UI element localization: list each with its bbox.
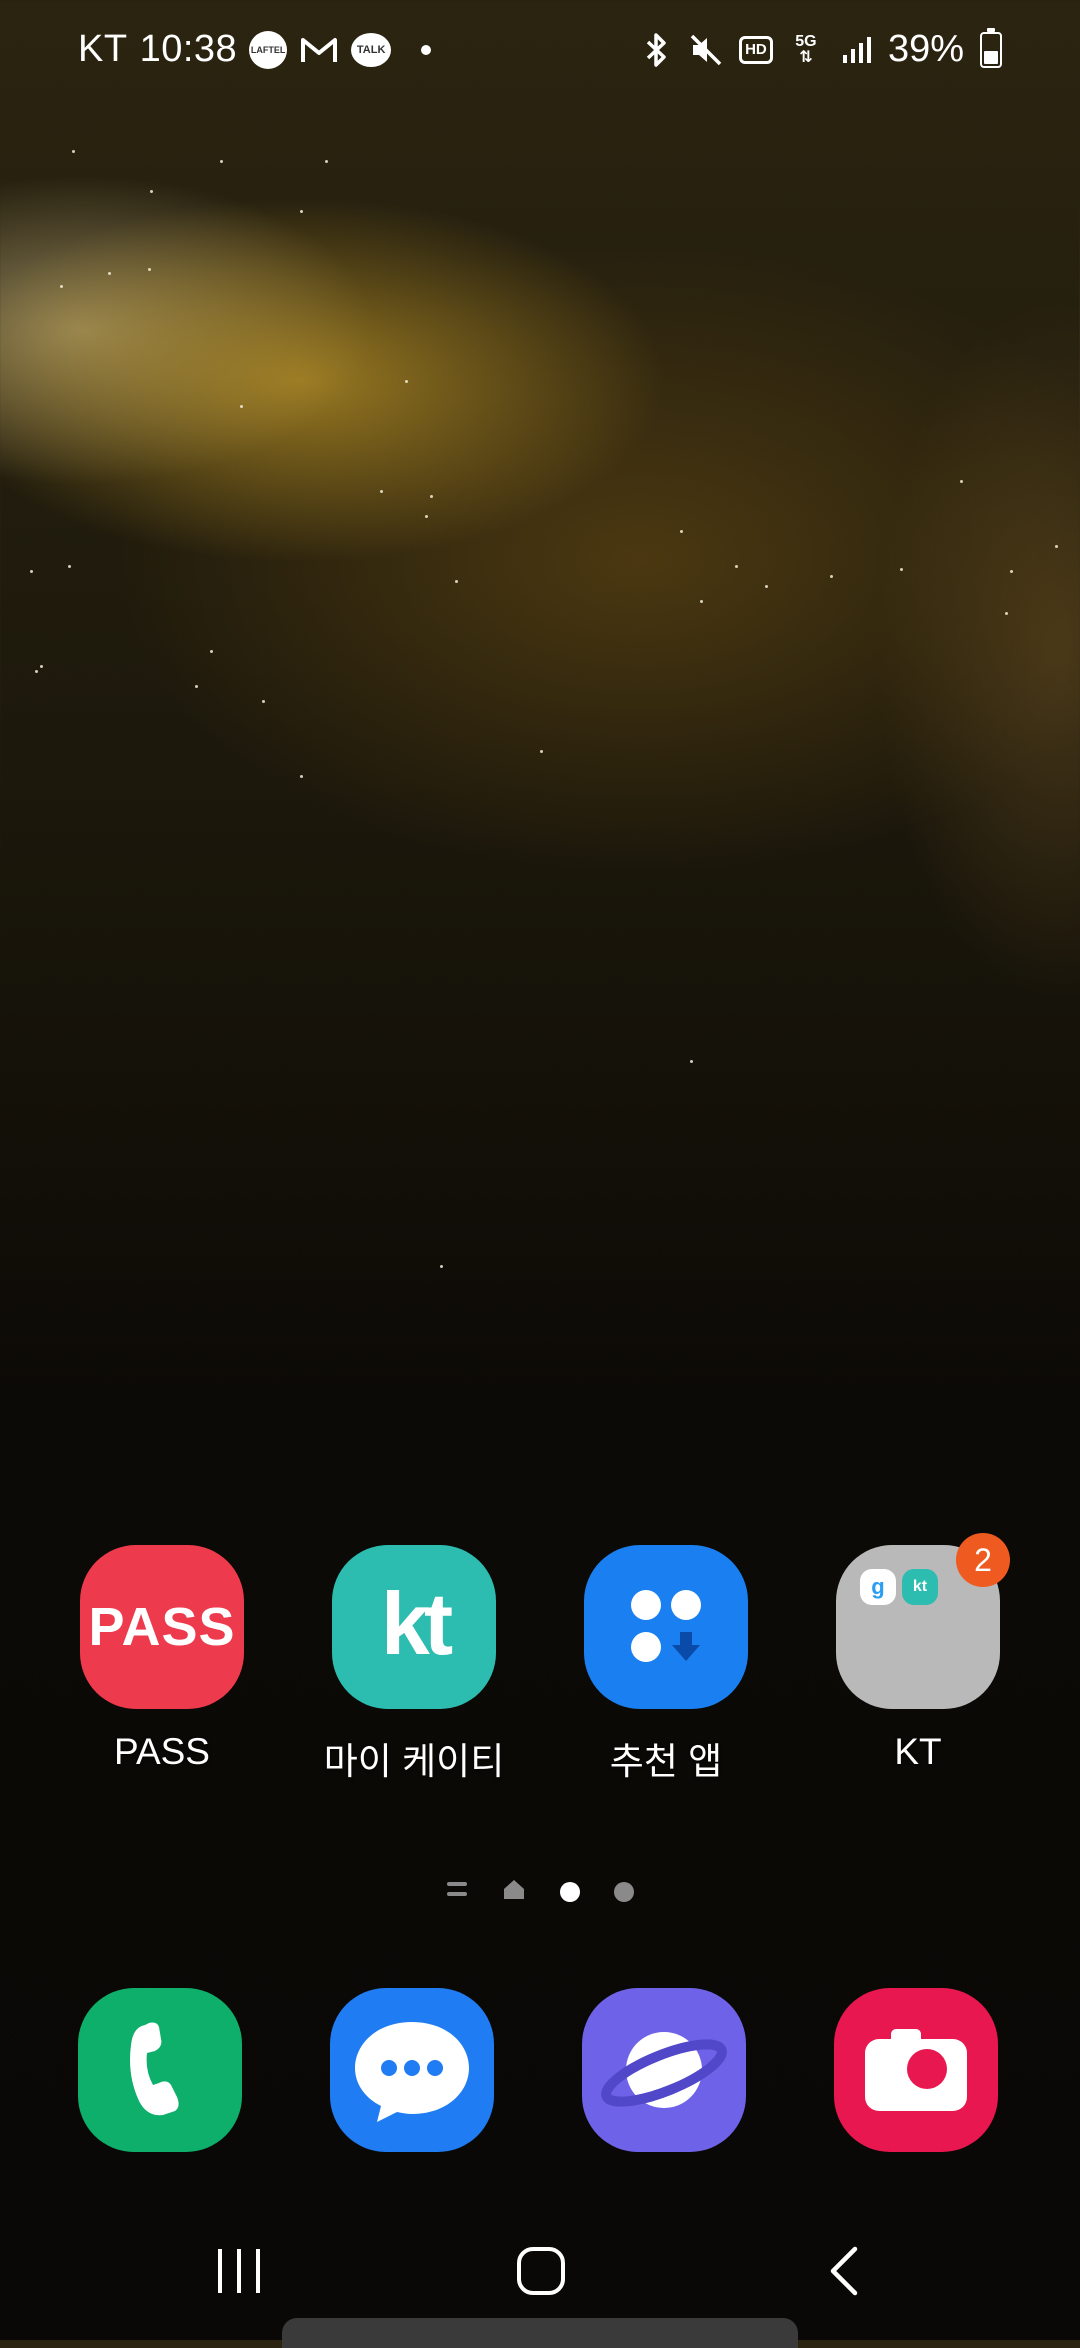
bluetooth-icon [638,30,674,70]
samsung-internet-icon [601,2032,727,2108]
recommended-apps-icon [584,1545,748,1709]
internet-app[interactable] [582,1988,746,2152]
messages-icon [355,2022,469,2122]
phone-icon [130,2022,179,2116]
app-my-kt[interactable]: kt 마이 케이티 [314,1545,514,1785]
messages-app[interactable] [330,1988,494,2152]
recent-apps-icon [218,2249,260,2293]
5g-icon: 5G ⇅ [795,32,817,66]
page-dot-active [560,1881,580,1902]
pass-icon: PASS [80,1545,244,1709]
app-label: 추천 앱 [609,1741,723,1782]
laftel-icon: LAFTEL [249,30,288,69]
signal-icon [838,30,874,70]
page-list-icon [446,1879,468,1904]
gesture-handle[interactable] [282,2318,798,2348]
notification-badge: 2 [956,1533,1010,1587]
kt-logo-icon: kt [332,1545,496,1709]
folder-kt[interactable]: g kt 2 KT [818,1533,1018,1773]
page-dot [614,1881,634,1902]
home-button[interactable] [496,2236,586,2306]
page-indicator[interactable] [0,1878,1080,1905]
hd-voice-icon: HD [738,30,774,70]
carrier-label: KT [78,28,128,70]
recent-apps-button[interactable] [194,2236,284,2306]
mute-icon [688,30,724,70]
dock [0,1988,1080,2154]
app-label: PASS [114,1731,210,1772]
wallpaper [0,0,1080,1400]
genie-mini-icon: g [860,1569,896,1605]
app-label: 마이 케이티 [323,1741,505,1782]
home-page-icon [502,1878,526,1905]
app-pass[interactable]: PASS PASS [62,1545,262,1773]
battery-icon [980,27,1002,68]
gmail-icon [299,31,339,69]
kt-mini-icon: kt [902,1569,938,1605]
folder-icon: g kt 2 [836,1533,1010,1709]
app-recommended[interactable]: 추천 앱 [566,1545,766,1785]
clock: 10:38 [139,28,238,70]
kakaotalk-icon: TALK [351,32,392,67]
back-icon [830,2246,858,2296]
battery-percent: 39% [887,28,964,70]
more-notifications-dot [421,44,432,55]
camera-app[interactable] [834,1988,998,2152]
home-icon [517,2247,565,2295]
camera-icon [865,2029,967,2111]
status-bar: KT 10:38 LAFTEL TALK HD 5G ⇅ 39% [0,0,1080,104]
back-button[interactable] [800,2236,890,2306]
navigation-bar [0,2220,1080,2320]
app-label: KT [894,1731,942,1772]
phone-app[interactable] [78,1988,242,2152]
